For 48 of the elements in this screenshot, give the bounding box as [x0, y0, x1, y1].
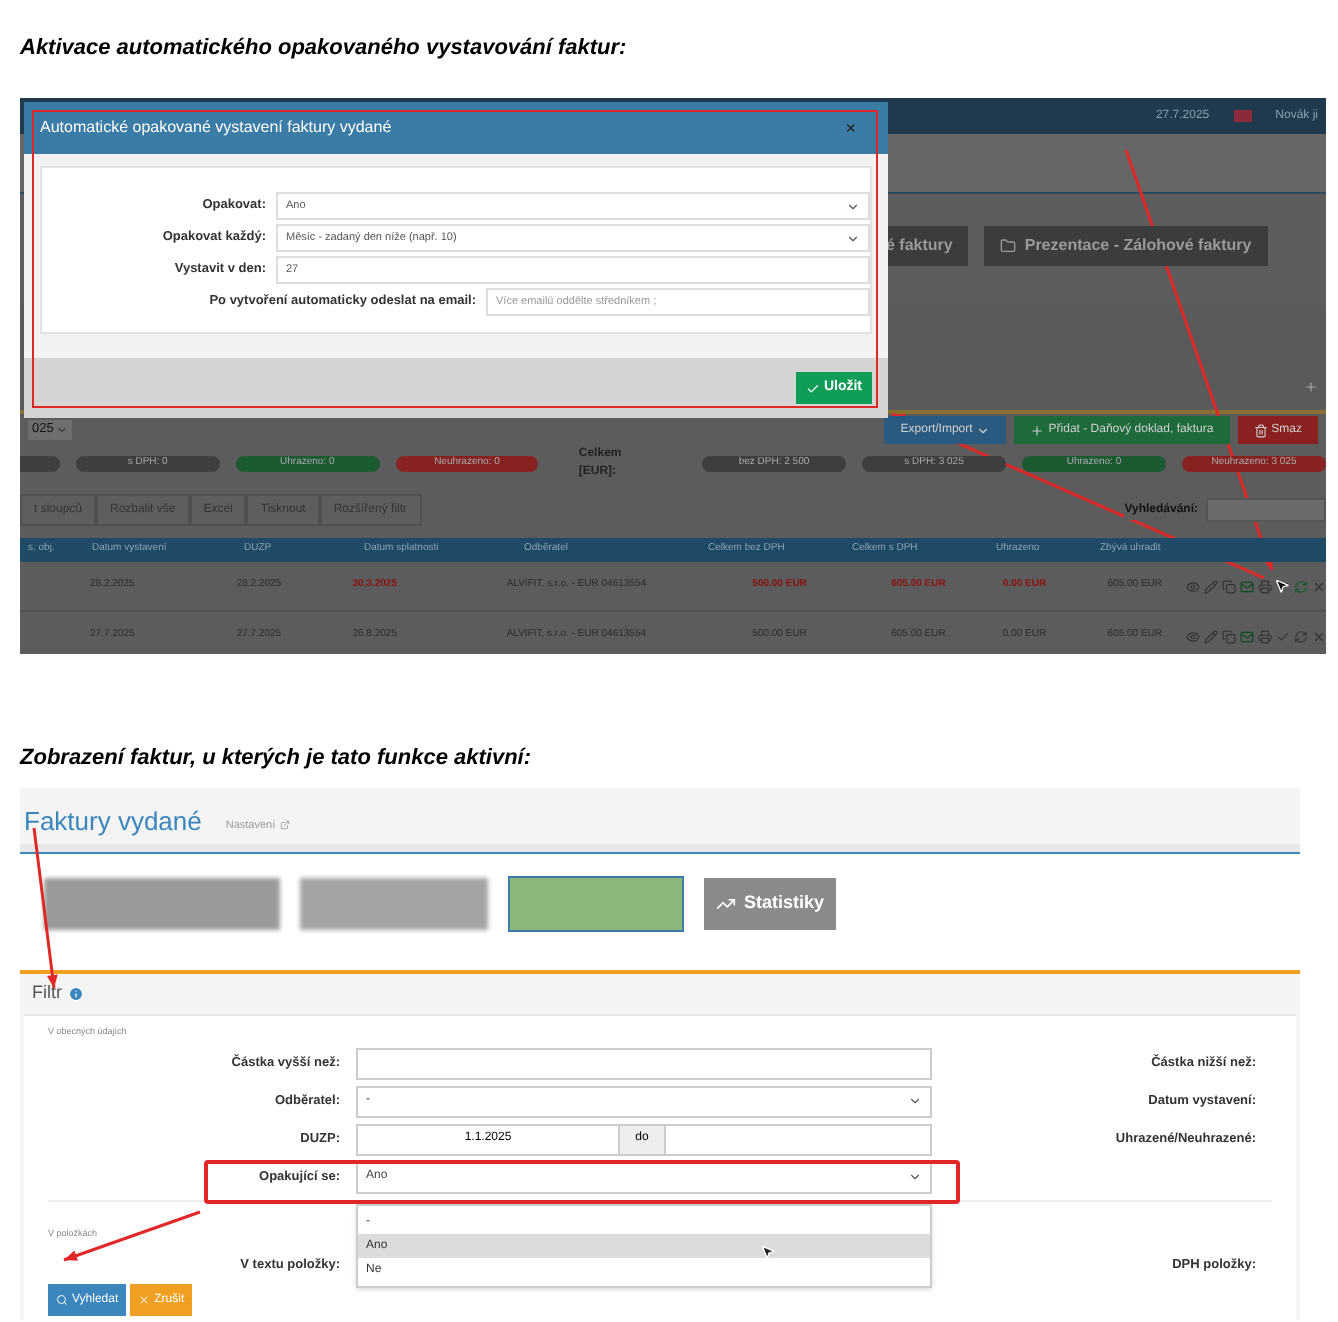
view-icon[interactable] — [1186, 629, 1201, 643]
close-icon — [138, 1294, 151, 1306]
mail-icon[interactable] — [1240, 629, 1255, 643]
modal-title: Automatické opakované vystavení faktury vydané — [40, 116, 392, 140]
cursor-icon — [1274, 578, 1290, 594]
flag-icon — [1233, 110, 1252, 122]
blurred-button[interactable] — [300, 878, 488, 930]
caret-icon — [976, 423, 991, 437]
statistics-button[interactable]: Statistiky — [704, 878, 837, 930]
date-to-field[interactable] — [664, 1123, 932, 1155]
delete-icon[interactable] — [1312, 579, 1326, 593]
check-icon — [805, 381, 820, 395]
edit-icon[interactable] — [1204, 579, 1219, 593]
copy-icon[interactable] — [1222, 629, 1237, 643]
page-title: Faktury vydané — [24, 808, 202, 834]
edit-icon[interactable] — [1204, 629, 1219, 643]
caret-icon — [908, 1170, 922, 1184]
nav-button[interactable]: Prezentace - Zálohové faktury — [984, 226, 1268, 266]
mail-icon[interactable] — [1240, 579, 1255, 593]
print-icon[interactable] — [1258, 579, 1273, 593]
repeat-icon[interactable] — [1294, 629, 1309, 643]
caret-icon — [846, 231, 860, 245]
trash-icon — [1253, 423, 1268, 437]
folder-icon — [1000, 238, 1017, 254]
caret-icon — [846, 199, 860, 213]
info-icon[interactable] — [68, 986, 84, 1002]
blurred-button[interactable] — [508, 876, 684, 932]
cursor-icon — [760, 1244, 776, 1260]
plus-icon — [1030, 423, 1045, 437]
copy-icon[interactable] — [1222, 579, 1237, 593]
delete-icon[interactable] — [1312, 629, 1326, 643]
blurred-button[interactable] — [44, 878, 280, 930]
close-button[interactable]: × — [845, 119, 856, 137]
chart-icon — [716, 894, 736, 914]
section-heading: Aktivace automatického opakovaného vystavování faktur: — [20, 34, 629, 60]
view-icon[interactable] — [1186, 579, 1201, 593]
print-icon[interactable] — [1258, 629, 1273, 643]
search-field[interactable] — [1206, 498, 1326, 522]
input-field[interactable] — [356, 1047, 932, 1079]
repeat-icon[interactable] — [1294, 579, 1309, 593]
section-heading: Zobrazení faktur, u kterých je tato funkce aktivní: — [20, 744, 534, 770]
search-icon — [56, 1294, 68, 1306]
plus-icon — [1304, 380, 1318, 394]
check-icon[interactable] — [1276, 629, 1291, 643]
external-link-icon — [279, 820, 290, 831]
caret-icon — [908, 1094, 922, 1108]
caret-icon — [55, 424, 68, 436]
filter-title: Filtr — [32, 980, 62, 1007]
